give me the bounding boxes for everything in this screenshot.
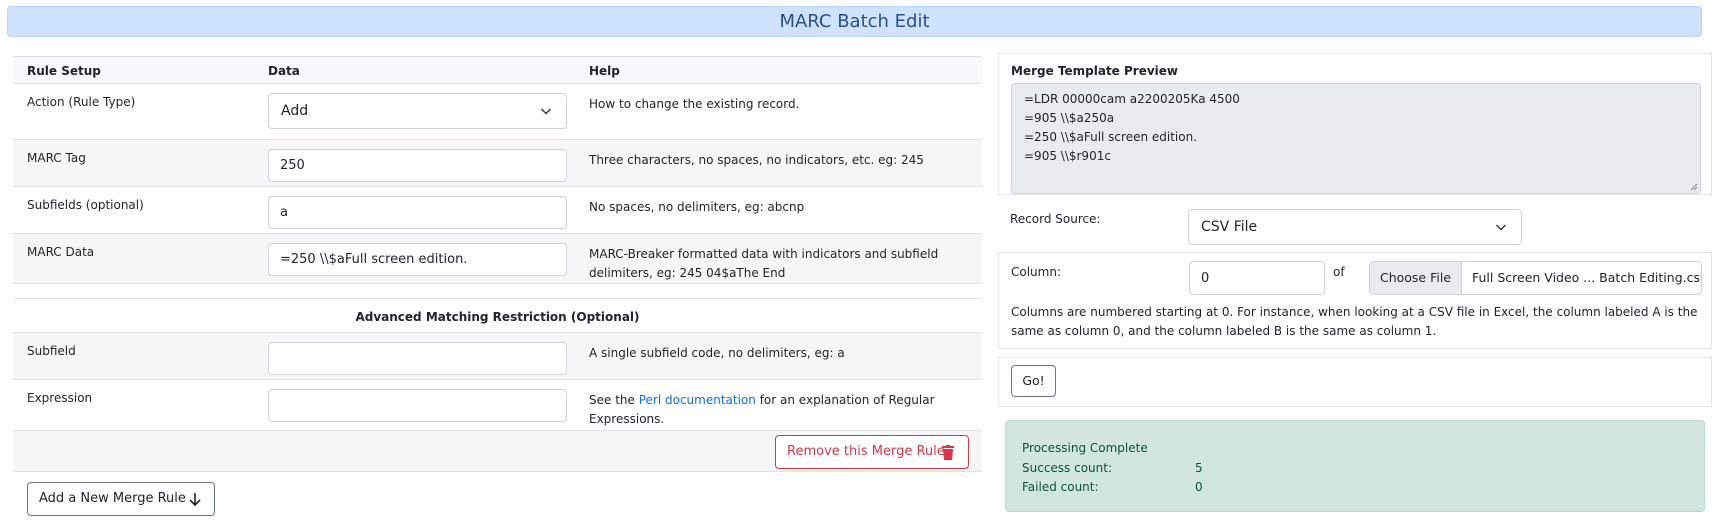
column-help-text: Columns are numbered starting at 0. For … — [1011, 305, 1698, 338]
chevron-down-icon — [540, 108, 552, 115]
column-header-help: Help — [575, 56, 982, 84]
page-title-banner: MARC Batch Edit — [7, 6, 1702, 37]
table-row-marc-data: MARC Data MARC-Breaker formatted data wi… — [13, 233, 982, 284]
column-input[interactable] — [1189, 261, 1325, 295]
choose-file-button[interactable]: Choose File — [1370, 262, 1462, 294]
expression-input[interactable] — [268, 389, 567, 422]
page-title: MARC Batch Edit — [779, 11, 930, 32]
expression-label: Expression — [13, 379, 253, 429]
record-source-select[interactable]: CSV File — [1188, 209, 1522, 245]
advanced-section-row: Advanced Matching Restriction (Optional) — [13, 298, 982, 333]
column-card: Column: of Choose File Full Screen Video… — [998, 252, 1712, 349]
resize-grip-icon[interactable] — [1690, 183, 1698, 191]
marc-tag-label: MARC Tag — [13, 139, 253, 187]
adv-subfield-input[interactable] — [268, 342, 567, 375]
advanced-section-title: Advanced Matching Restriction (Optional) — [13, 298, 982, 333]
subfields-input[interactable] — [268, 196, 567, 229]
go-button[interactable]: Go! — [1011, 365, 1056, 397]
table-header-row: Rule Setup Data Help — [13, 56, 982, 84]
column-label: Column: — [1011, 265, 1061, 279]
table-row-subfields: Subfields (optional) No spaces, no delim… — [13, 186, 982, 234]
adv-subfield-help: A single subfield code, no delimiters, e… — [575, 332, 982, 380]
table-row-adv-subfield: Subfield A single subfield code, no deli… — [13, 332, 982, 380]
merge-template-preview-card: Merge Template Preview =LDR 00000cam a22… — [998, 53, 1712, 195]
action-help: How to change the existing record. — [575, 83, 982, 140]
marc-data-input[interactable] — [268, 243, 567, 276]
of-label: of — [1333, 265, 1345, 279]
table-row-expression: Expression See the Perl documentation fo… — [13, 379, 982, 429]
trash-icon — [942, 445, 954, 460]
failed-count-label: Failed count: — [1022, 480, 1099, 494]
merge-template-preview-title: Merge Template Preview — [1011, 64, 1179, 78]
chosen-file-name: Full Screen Video ... Batch Editing.csv — [1472, 270, 1702, 285]
success-count-label: Success count: — [1022, 460, 1113, 475]
file-input[interactable]: Choose File Full Screen Video ... Batch … — [1369, 261, 1702, 295]
action-select[interactable]: Add — [268, 93, 567, 129]
go-card: Go! — [998, 357, 1712, 407]
processing-result-alert: Processing Complete Success count: 5 Fai… — [1005, 420, 1705, 512]
column-header-data: Data — [253, 56, 575, 84]
remove-merge-rule-label: Remove this Merge Rule — [787, 444, 945, 459]
remove-merge-rule-button[interactable]: Remove this Merge Rule — [775, 435, 969, 469]
add-merge-rule-button[interactable]: Add a New Merge Rule — [27, 482, 215, 516]
table-row-action: Action (Rule Type) Add How to change the… — [13, 83, 982, 140]
perl-documentation-link[interactable]: Perl documentation — [639, 393, 756, 407]
column-header-rule-setup: Rule Setup — [13, 56, 253, 84]
action-select-value: Add — [281, 103, 309, 119]
record-source-label: Record Source: — [1010, 212, 1101, 226]
record-source-value: CSV File — [1201, 219, 1258, 235]
merge-rule-table: Rule Setup Data Help Action (Rule Type) … — [13, 56, 982, 429]
chevron-down-icon — [1495, 224, 1507, 231]
marc-data-help: MARC-Breaker formatted data with indicat… — [575, 233, 982, 284]
add-merge-rule-label: Add a New Merge Rule — [39, 491, 186, 506]
marc-tag-input[interactable] — [268, 149, 567, 182]
expression-help: See the Perl documentation for an explan… — [575, 379, 982, 429]
success-count-row: Success count: 5 — [1022, 459, 1688, 479]
marc-tag-help: Three characters, no spaces, no indicato… — [575, 139, 982, 187]
subfields-label: Subfields (optional) — [13, 186, 253, 234]
table-row-tag: MARC Tag Three characters, no spaces, no… — [13, 139, 982, 187]
action-label: Action (Rule Type) — [13, 83, 253, 140]
marc-data-label: MARC Data — [13, 233, 253, 284]
subfields-help: No spaces, no delimiters, eg: abcnp — [575, 186, 982, 234]
arrow-down-icon — [189, 493, 201, 507]
failed-count-value: 0 — [1195, 480, 1203, 494]
merge-template-preview-textarea[interactable]: =LDR 00000cam a2200205Ka 4500 =905 \\$a2… — [1011, 83, 1701, 194]
failed-count-row: Failed count: 0 — [1022, 478, 1688, 498]
result-title: Processing Complete — [1022, 441, 1148, 455]
success-count-value: 5 — [1195, 460, 1203, 475]
preview-text: =LDR 00000cam a2200205Ka 4500 =905 \\$a2… — [1024, 92, 1240, 163]
section-spacer — [13, 283, 982, 299]
adv-subfield-label: Subfield — [13, 332, 253, 380]
expression-help-prefix: See the — [589, 393, 639, 407]
